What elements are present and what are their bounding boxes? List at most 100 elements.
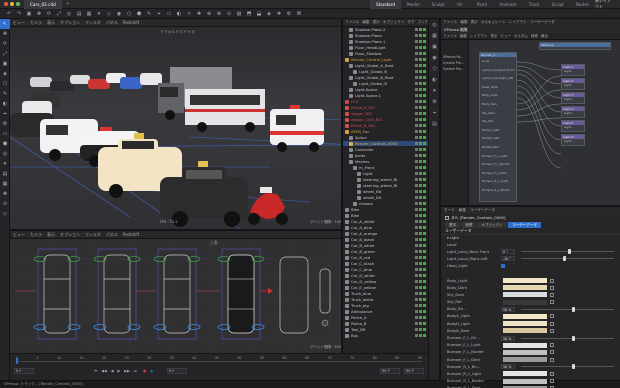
tag-icon[interactable] [415,328,418,331]
visibility-check-icon[interactable] [419,40,422,43]
attribute-tab[interactable]: 基本 [445,221,461,228]
attribute-row[interactable]: Bumper_F_L_Light [441,342,620,349]
render-check-icon[interactable] [423,280,426,283]
slider-knob[interactable] [562,256,566,262]
tag-icon[interactable] [415,58,418,61]
color-swatch[interactable] [503,357,547,363]
visibility-check-icon[interactable] [419,298,422,301]
visibility-check-icon[interactable] [419,130,422,133]
render-check-icon[interactable] [423,208,426,211]
visibility-check-icon[interactable] [419,280,422,283]
visibility-check-icon[interactable] [419,268,422,271]
render-check-icon[interactable] [423,316,426,319]
node-port[interactable]: Light_Local_Right_Left [480,74,516,83]
visibility-check-icon[interactable] [419,34,422,37]
render-check-icon[interactable] [423,328,426,331]
tag-icon[interactable] [415,124,418,127]
toolbar-tool-icon[interactable]: ☼ [184,9,194,18]
checkbox[interactable] [501,264,505,269]
tag-icon[interactable] [415,112,418,115]
toolbar-tool-icon[interactable]: ▦ [84,9,94,18]
left-tool-icon[interactable]: ⬡ [0,79,10,89]
slider-knob[interactable] [572,364,576,370]
xpgroup-node[interactable]: XPGroup [539,42,611,50]
layout-tab[interactable]: Model [401,0,426,9]
toolbar-tool-icon[interactable]: ◇ [104,9,114,18]
render-check-icon[interactable] [423,184,426,187]
toolbar-tool-icon[interactable]: ▧ [234,9,244,18]
render-check-icon[interactable] [423,190,426,193]
tag-icon[interactable] [415,40,418,43]
goto-end-icon[interactable]: ⏭ [134,369,137,373]
render-check-icon[interactable] [423,28,426,31]
node-port[interactable]: BodyB_Dark [480,143,516,152]
node-port[interactable]: Light... [562,83,584,87]
light-node[interactable]: Light.5 Light... [561,120,585,132]
viewport-menu-item[interactable]: オプション [60,232,80,238]
color-picker-icon[interactable] [550,343,554,348]
attribute-value-field[interactable]: 58 % [501,335,515,341]
visibility-check-icon[interactable] [419,232,422,235]
visibility-check-icon[interactable] [419,70,422,73]
attribute-row[interactable]: Bumper_F_L_Border [441,349,620,356]
viewport-menu-item[interactable]: パネル [106,232,118,238]
tag-icon[interactable] [415,28,418,31]
toolbar-tool-icon[interactable]: ⟳ [44,9,54,18]
window-close-button[interactable] [4,2,8,6]
toolbar-tool-icon[interactable]: ✎ [144,9,154,18]
node-port[interactable]: Light... [562,125,584,129]
tag-icon[interactable] [415,142,418,145]
panel-side-icon[interactable]: ⌖ [429,107,440,118]
color-swatch[interactable] [503,328,547,334]
tag-icon[interactable] [415,160,418,163]
visibility-check-icon[interactable] [419,292,422,295]
visibility-check-icon[interactable] [419,154,422,157]
attribute-row[interactable]: BodyB_Light [441,320,620,327]
xpresso-submenu-item[interactable]: ファイル [443,34,457,39]
tag-icon[interactable] [415,46,418,49]
xpresso-menu-item[interactable]: 編集 [460,20,467,25]
visibility-check-icon[interactable] [419,136,422,139]
om-menu-item[interactable]: タグ [407,20,414,25]
toolbar-tool-icon[interactable]: ✚ [194,9,204,18]
node-port[interactable]: Bumper_F_L_Border [480,160,516,169]
attribute-row[interactable]: Light_Local_Right-Left -20 ° [441,255,620,262]
left-tool-icon[interactable]: ⌖ [0,109,10,119]
panel-side-icon[interactable]: ⚙ [429,96,440,107]
color-swatch[interactable] [503,299,547,305]
render-check-icon[interactable] [423,292,426,295]
viewport-menu-item[interactable]: 表示 [47,20,55,26]
attribute-row[interactable]: BodyA_Light [441,313,620,320]
render-check-icon[interactable] [423,220,426,223]
frame-start-field[interactable]: 0 F [14,368,34,374]
xpresso-menu-item[interactable]: 表示 [471,20,478,25]
om-menu-item[interactable]: 表示 [373,20,380,25]
visibility-check-icon[interactable] [419,256,422,259]
tag-icon[interactable] [415,316,418,319]
render-check-icon[interactable] [423,130,426,133]
render-check-icon[interactable] [423,40,426,43]
layout-tab[interactable]: Script [546,0,570,9]
visibility-check-icon[interactable] [419,304,422,307]
next-key-icon[interactable]: ▶▶ [124,369,130,373]
visibility-check-icon[interactable] [419,226,422,229]
xpresso-node-canvas[interactable]: XPGroup Render_C... Local Light_Local_Bac… [469,40,620,205]
xpresso-tree[interactable]: XPresso Po... System Pre... System Pre... [441,40,469,205]
tag-icon[interactable] [415,238,418,241]
render-check-icon[interactable] [423,70,426,73]
render-check-icon[interactable] [423,256,426,259]
visibility-check-icon[interactable] [419,262,422,265]
tag-icon[interactable] [415,172,418,175]
attribute-slider[interactable] [521,249,614,255]
visibility-check-icon[interactable] [419,184,422,187]
left-tool-icon[interactable]: ⬢ [0,139,10,149]
tag-icon[interactable] [415,262,418,265]
visibility-check-icon[interactable] [419,106,422,109]
tag-icon[interactable] [415,94,418,97]
node-port[interactable]: Bumper_F_L_Dark [480,169,516,178]
visibility-check-icon[interactable] [419,220,422,223]
add-tab-icon[interactable]: + [66,1,70,7]
toolbar-tool-icon[interactable]: ↶ [4,9,14,18]
visibility-check-icon[interactable] [419,160,422,163]
visibility-check-icon[interactable] [419,178,422,181]
